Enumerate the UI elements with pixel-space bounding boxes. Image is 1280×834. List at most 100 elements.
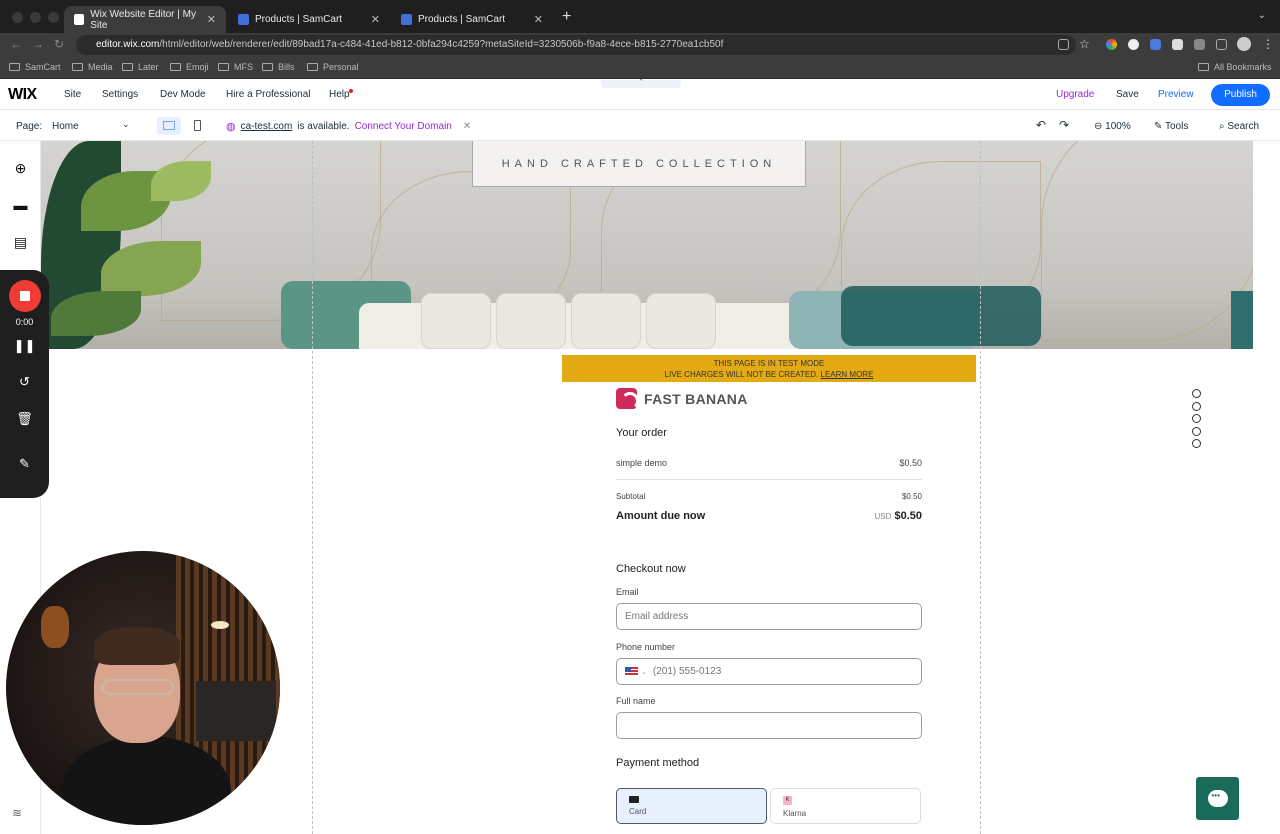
menu-dev-mode[interactable]: Dev Mode — [160, 89, 206, 100]
menu-help[interactable]: Help — [329, 89, 350, 100]
bookmark-label: Media — [88, 62, 113, 72]
payment-card-option[interactable]: Card — [616, 788, 767, 824]
extension-translate-icon[interactable] — [1150, 39, 1161, 50]
canvas-scrollbar[interactable] — [1253, 141, 1280, 834]
forward-arrow-icon[interactable]: → — [32, 37, 44, 51]
pages-icon[interactable]: ▤ — [13, 235, 28, 250]
save-button[interactable]: Save — [1116, 89, 1139, 100]
extension-icon[interactable] — [1172, 39, 1183, 50]
browser-tab-wix[interactable]: Wix Website Editor | My Site ✕ — [64, 6, 226, 33]
stop-recording-button[interactable] — [9, 280, 41, 312]
browser-tab-samcart-2[interactable]: Products | SamCart ✕ — [391, 6, 553, 33]
connect-domain-link[interactable]: Connect Your Domain — [355, 121, 452, 132]
sections-icon[interactable]: ▬ — [13, 198, 28, 213]
menu-site[interactable]: Site — [64, 89, 81, 100]
preview-button[interactable]: Preview — [1158, 89, 1194, 100]
bookmark-samcart[interactable]: SamCart — [9, 62, 61, 72]
payment-klarna-option[interactable]: K Klarna — [770, 788, 921, 824]
all-bookmarks[interactable]: All Bookmarks — [1198, 62, 1272, 72]
draw-pen-icon[interactable]: ✎ — [0, 456, 49, 472]
layers-icon[interactable]: ≋ — [12, 806, 22, 820]
folder-icon — [1198, 63, 1209, 71]
bookmark-mfs[interactable]: MFS — [218, 62, 253, 72]
browser-menu-icon[interactable]: ⋮ — [1262, 37, 1274, 51]
browser-tab-samcart-1[interactable]: Products | SamCart ✕ — [228, 6, 390, 33]
profile-avatar[interactable] — [1237, 37, 1251, 51]
bookmark-personal[interactable]: Personal — [307, 62, 359, 72]
hand-crafted-collection-box[interactable]: HAND CRAFTED COLLECTION — [472, 141, 806, 187]
close-icon[interactable]: ✕ — [463, 121, 471, 132]
nav-dot[interactable] — [1192, 426, 1201, 436]
folder-icon — [122, 63, 133, 71]
url-field[interactable]: editor.wix.com/html/editor/web/renderer/… — [76, 35, 1076, 55]
bookmark-star-icon[interactable]: ☆ — [1079, 37, 1090, 51]
bookmark-label: Emoji — [186, 62, 209, 72]
undo-icon[interactable]: ↶ — [1036, 118, 1046, 132]
samcart-favicon-icon — [401, 14, 412, 25]
publish-button[interactable]: Publish — [1211, 84, 1270, 106]
window-minimize-control[interactable] — [30, 12, 41, 23]
chevron-down-icon[interactable]: ⌄ — [122, 119, 130, 130]
restart-icon[interactable]: ↺ — [0, 374, 49, 390]
webcam-bubble[interactable] — [6, 551, 280, 825]
extension-color-icon[interactable] — [1106, 39, 1117, 50]
wix-logo[interactable]: WIX — [8, 86, 37, 104]
bookmark-label: Personal — [323, 62, 359, 72]
nav-dot[interactable] — [1192, 389, 1201, 398]
search-button[interactable]: ⌕ Search — [1219, 121, 1259, 132]
window-zoom-control[interactable] — [48, 12, 59, 23]
close-tab-icon[interactable]: ✕ — [534, 13, 543, 26]
notification-dot — [349, 89, 353, 93]
fullname-field[interactable] — [616, 712, 922, 739]
extensions-puzzle-icon[interactable] — [1194, 39, 1205, 50]
close-tab-icon[interactable]: ✕ — [371, 13, 380, 26]
bookmark-label: Bills — [278, 62, 295, 72]
back-arrow-icon[interactable]: ← — [10, 37, 22, 51]
redo-icon[interactable]: ↷ — [1059, 118, 1069, 132]
page-select[interactable]: Home — [52, 121, 79, 132]
extension-icon[interactable] — [1128, 39, 1139, 50]
bookmark-later[interactable]: Later — [122, 62, 159, 72]
pause-icon[interactable]: ❚❚ — [0, 338, 49, 354]
amount-due: USD $0.50 — [875, 510, 922, 522]
chevron-down-icon[interactable]: ⌄ — [641, 669, 647, 676]
bookmark-media[interactable]: Media — [72, 62, 113, 72]
menu-settings[interactable]: Settings — [102, 89, 138, 100]
nav-dot[interactable] — [1192, 439, 1201, 448]
zoom-control[interactable]: ⊖ 100% — [1094, 121, 1131, 132]
sidebar-toggle-icon[interactable] — [1216, 39, 1227, 50]
wix-favicon-icon — [74, 14, 85, 25]
window-close-control[interactable] — [12, 12, 23, 23]
mobile-view-button[interactable] — [185, 117, 209, 135]
collapse-top-bar-handle[interactable]: ⌃ — [601, 79, 681, 88]
domain-available-text: is available. — [297, 121, 350, 132]
learn-more-link[interactable]: LEARN MORE — [821, 370, 874, 379]
trash-icon[interactable]: 🗑 — [0, 411, 49, 427]
chat-button[interactable] — [1196, 777, 1239, 820]
reload-icon[interactable]: ↻ — [54, 37, 64, 51]
menu-hire-professional[interactable]: Hire a Professional — [226, 89, 310, 100]
tab-search-chevron-icon[interactable]: ⌄ — [1258, 10, 1266, 21]
zoom-value: 100% — [1105, 121, 1131, 132]
domain-name[interactable]: ca-test.com — [241, 121, 293, 132]
payment-method-heading: Payment method — [616, 757, 700, 769]
folder-icon — [262, 63, 273, 71]
tools-button[interactable]: ✎ Tools — [1154, 121, 1188, 132]
nav-dot[interactable] — [1192, 414, 1201, 423]
upgrade-link[interactable]: Upgrade — [1056, 89, 1094, 100]
phone-field[interactable]: ⌄ (201) 555-0123 — [616, 658, 922, 685]
chat-bubble-icon — [1207, 790, 1228, 807]
bookmark-emoji[interactable]: Emoji — [170, 62, 209, 72]
email-field[interactable]: Email address — [616, 603, 922, 630]
desktop-view-button[interactable] — [157, 117, 181, 135]
new-tab-button[interactable]: + — [562, 8, 571, 26]
nav-dot[interactable] — [1192, 401, 1201, 411]
layout-guide-right — [980, 141, 981, 834]
close-tab-icon[interactable]: ✕ — [207, 13, 216, 26]
bookmark-bills[interactable]: Bills — [262, 62, 295, 72]
add-elements-icon[interactable]: ⊕ — [13, 161, 28, 176]
order-item-price: $0.50 — [899, 458, 922, 468]
bookmark-label: SamCart — [25, 62, 61, 72]
wix-page-bar: Page: Home ⌄ ◍ ca-test.com is available.… — [0, 111, 1280, 141]
share-icon[interactable] — [1058, 39, 1069, 50]
